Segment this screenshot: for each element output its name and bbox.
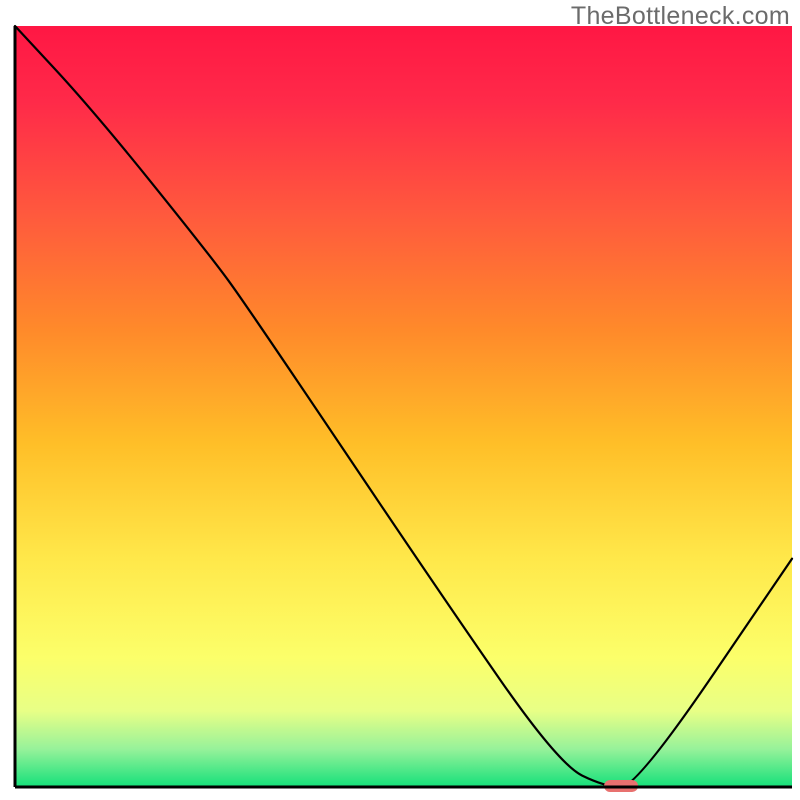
watermark-text: TheBottleneck.com	[571, 2, 790, 31]
gradient-background	[15, 26, 792, 787]
bottleneck-chart	[0, 0, 800, 800]
chart-container: { "watermark": "TheBottleneck.com", "cha…	[0, 0, 800, 800]
